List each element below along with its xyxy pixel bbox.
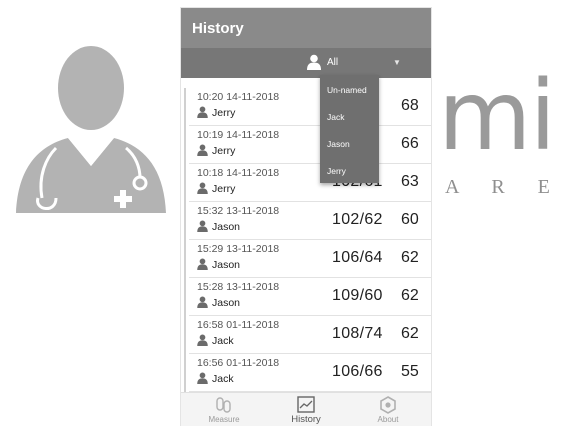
record-time: 15:28 13-11-2018 xyxy=(197,281,280,293)
nav-history[interactable]: History xyxy=(271,393,341,426)
record-blood-pressure: 108/74 xyxy=(332,325,383,343)
brand-logo-mi: mi xyxy=(438,60,556,172)
record-time: 15:29 13-11-2018 xyxy=(197,243,280,255)
record-user: Jason xyxy=(212,221,241,233)
nav-history-label: History xyxy=(291,414,321,425)
user-icon xyxy=(197,182,208,194)
record-user: Jerry xyxy=(212,107,236,119)
record-bp-diastolic: 66 xyxy=(364,363,383,380)
nav-about-label: About xyxy=(377,415,399,424)
record-user: Jack xyxy=(212,335,234,347)
filter-selected-value[interactable]: All xyxy=(327,57,338,68)
record-bp-systolic: 102 xyxy=(332,211,360,228)
record-bp-systolic: 109 xyxy=(332,287,360,304)
record-bp-systolic: 106 xyxy=(332,363,360,380)
user-icon xyxy=(197,144,208,156)
record-time: 16:56 01-11-2018 xyxy=(197,357,280,369)
bottom-navigation: Measure History About xyxy=(181,392,431,426)
chevron-down-icon[interactable]: ▼ xyxy=(393,58,401,67)
user-icon xyxy=(307,54,321,70)
brand-logo-subtext: A R E xyxy=(445,176,564,198)
user-icon xyxy=(197,296,208,308)
record-pulse: 62 xyxy=(401,325,419,342)
user-icon xyxy=(197,334,208,346)
dropdown-option-jerry[interactable]: Jerry xyxy=(327,166,346,176)
record-pulse: 66 xyxy=(401,135,419,152)
record-user: Jack xyxy=(212,373,234,385)
dropdown-option-jason[interactable]: Jason xyxy=(327,139,350,149)
history-row[interactable]: 10:18 14-11-2018 Jerry 102/61 63 xyxy=(189,164,431,202)
nav-about[interactable]: About xyxy=(353,393,423,426)
history-row[interactable]: 15:28 13-11-2018 Jason 109/60 62 xyxy=(189,278,431,316)
record-user: Jason xyxy=(212,297,241,309)
record-user: Jerry xyxy=(212,145,236,157)
history-chart-icon xyxy=(297,396,315,413)
user-icon xyxy=(197,372,208,384)
history-row[interactable]: 10:20 14-11-2018 Jerry 9 68 xyxy=(189,88,431,126)
history-row[interactable]: 15:32 13-11-2018 Jason 102/62 60 xyxy=(189,202,431,240)
user-filter-dropdown-menu: Un-named Jack Jason Jerry xyxy=(320,75,379,183)
history-row[interactable]: 15:29 13-11-2018 Jason 106/64 62 xyxy=(189,240,431,278)
record-pulse: 62 xyxy=(401,287,419,304)
record-blood-pressure: 109/60 xyxy=(332,287,383,305)
record-blood-pressure: 106/64 xyxy=(332,249,383,267)
user-icon xyxy=(197,258,208,270)
record-pulse: 55 xyxy=(401,363,419,380)
record-pulse: 63 xyxy=(401,173,419,190)
record-time: 16:58 01-11-2018 xyxy=(197,319,280,331)
user-icon xyxy=(197,220,208,232)
record-pulse: 68 xyxy=(401,97,419,114)
record-bp-systolic: 108 xyxy=(332,325,360,342)
nav-measure-label: Measure xyxy=(208,415,240,424)
history-list: 10:20 14-11-2018 Jerry 9 68 10:19 14-11-… xyxy=(181,88,431,392)
record-time: 10:19 14-11-2018 xyxy=(197,129,280,141)
record-time: 15:32 13-11-2018 xyxy=(197,205,280,217)
app-bar: History xyxy=(181,8,431,48)
measure-icon xyxy=(216,397,231,413)
record-bp-diastolic: 62 xyxy=(364,211,383,228)
record-pulse: 62 xyxy=(401,249,419,266)
about-icon xyxy=(380,396,396,414)
user-icon xyxy=(197,106,208,118)
record-bp-diastolic: 64 xyxy=(364,249,383,266)
dropdown-option-jack[interactable]: Jack xyxy=(327,112,344,122)
user-filter[interactable]: All ▼ xyxy=(181,48,431,78)
history-row[interactable]: 16:58 01-11-2018 Jack 108/74 62 xyxy=(189,316,431,354)
app-screen: History All ▼ 10:20 14-11-2018 Jerry 9 6… xyxy=(181,8,431,426)
page-title: History xyxy=(192,20,244,37)
dropdown-option-unnamed[interactable]: Un-named xyxy=(327,85,367,95)
record-blood-pressure: 106/66 xyxy=(332,363,383,381)
doctor-illustration-icon xyxy=(16,46,166,213)
record-bp-systolic: 106 xyxy=(332,249,360,266)
record-bp-diastolic: 60 xyxy=(364,287,383,304)
history-row[interactable]: 16:56 01-11-2018 Jack 106/66 55 xyxy=(189,354,431,392)
record-user: Jason xyxy=(212,259,241,271)
record-pulse: 60 xyxy=(401,211,419,228)
record-user: Jerry xyxy=(212,183,236,195)
history-row[interactable]: 10:19 14-11-2018 Jerry 1 66 xyxy=(189,126,431,164)
record-time: 10:20 14-11-2018 xyxy=(197,91,280,103)
nav-measure[interactable]: Measure xyxy=(189,393,259,426)
record-bp-diastolic: 74 xyxy=(364,325,383,342)
record-time: 10:18 14-11-2018 xyxy=(197,167,280,179)
record-blood-pressure: 102/62 xyxy=(332,211,383,229)
